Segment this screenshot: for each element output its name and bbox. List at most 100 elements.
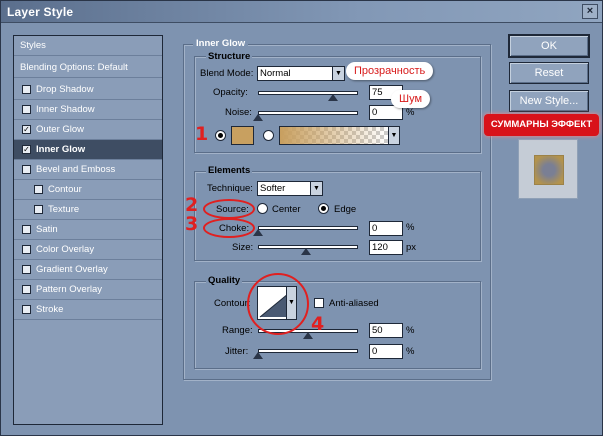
- technique-value: Softer: [260, 183, 286, 194]
- source-edge-radio[interactable]: [318, 203, 329, 214]
- jitter-input[interactable]: 0: [369, 344, 403, 359]
- styles-header-label: Styles: [20, 40, 46, 51]
- technique-label: Technique:: [207, 183, 253, 194]
- structure-title: Structure: [206, 51, 253, 62]
- choke-slider[interactable]: [258, 226, 358, 230]
- opacity-slider[interactable]: [258, 91, 358, 95]
- noise-label: Noise:: [225, 107, 252, 118]
- style-preview-thumbnail: [518, 139, 578, 199]
- title-bar[interactable]: Layer Style ×: [1, 1, 602, 23]
- style-item-label: Outer Glow: [36, 124, 85, 135]
- styles-item[interactable]: ✓ Outer Glow: [14, 120, 162, 140]
- style-checkbox[interactable]: [22, 285, 31, 294]
- reset-button[interactable]: Reset: [509, 62, 589, 84]
- choke-highlight-ring: [203, 218, 255, 238]
- jitter-slider-thumb[interactable]: [253, 352, 263, 359]
- source-highlight-ring: [203, 199, 255, 219]
- style-checkbox[interactable]: ✓: [22, 125, 31, 134]
- annotation-number-3: 3: [185, 213, 199, 235]
- choke-input[interactable]: 0: [369, 221, 403, 236]
- style-item-label: Stroke: [36, 304, 64, 315]
- source-center-radio[interactable]: [257, 203, 268, 214]
- inner-glow-title: Inner Glow: [193, 38, 249, 49]
- blend-mode-select[interactable]: Normal ▼: [257, 66, 345, 81]
- gradient-chevron-down-icon[interactable]: ▼: [388, 126, 400, 145]
- style-item-label: Contour: [48, 184, 82, 195]
- opacity-callout: Прозрачность: [346, 62, 434, 80]
- contour-label: Contour:: [214, 298, 251, 309]
- contour-highlight-ring: [247, 273, 309, 335]
- chevron-down-icon: ▼: [332, 67, 344, 80]
- size-unit: px: [406, 242, 417, 253]
- styles-item[interactable]: Pattern Overlay: [14, 280, 162, 300]
- styles-item[interactable]: Texture: [14, 200, 162, 220]
- styles-item[interactable]: Satin: [14, 220, 162, 240]
- style-checkbox[interactable]: [22, 165, 31, 174]
- style-item-label: Bevel and Emboss: [36, 164, 116, 175]
- styles-item[interactable]: Gradient Overlay: [14, 260, 162, 280]
- styles-item[interactable]: Stroke: [14, 300, 162, 320]
- noise-callout: Шум: [391, 90, 431, 108]
- styles-item[interactable]: Inner Shadow: [14, 100, 162, 120]
- size-label: Size:: [232, 242, 254, 253]
- noise-slider[interactable]: [258, 111, 358, 115]
- blending-options-item[interactable]: Blending Options: Default: [14, 58, 162, 78]
- styles-item[interactable]: ✓ Inner Glow: [14, 140, 162, 160]
- noise-slider-thumb[interactable]: [253, 114, 263, 121]
- source-edge-label: Edge: [334, 204, 357, 215]
- style-item-label: Drop Shadow: [36, 84, 94, 95]
- jitter-slider[interactable]: [258, 349, 358, 353]
- anti-aliased-checkbox[interactable]: [314, 298, 324, 308]
- jitter-label: Jitter:: [225, 346, 249, 357]
- styles-item[interactable]: Bevel and Emboss: [14, 160, 162, 180]
- style-item-label: Color Overlay: [36, 244, 95, 255]
- style-item-label: Inner Glow: [36, 144, 86, 155]
- ok-button[interactable]: OK: [508, 34, 590, 58]
- choke-slider-thumb[interactable]: [253, 229, 263, 236]
- elements-title: Elements: [206, 165, 253, 176]
- blend-mode-label: Blend Mode:: [200, 68, 254, 79]
- technique-select[interactable]: Softer ▼: [257, 181, 323, 196]
- chevron-down-icon: ▼: [310, 182, 322, 195]
- style-checkbox[interactable]: ✓: [22, 145, 31, 154]
- style-item-label: Pattern Overlay: [36, 284, 102, 295]
- style-item-label: Inner Shadow: [36, 104, 95, 115]
- range-label: Range:: [222, 325, 253, 336]
- styles-item[interactable]: Color Overlay: [14, 240, 162, 260]
- size-slider-thumb[interactable]: [301, 248, 311, 255]
- window-title: Layer Style: [7, 5, 74, 19]
- noise-unit: %: [406, 107, 415, 118]
- style-checkbox[interactable]: [34, 185, 43, 194]
- glow-color-swatch[interactable]: [231, 126, 254, 145]
- style-checkbox[interactable]: [22, 105, 31, 114]
- preview-swatch: [534, 155, 564, 185]
- style-checkbox[interactable]: [22, 225, 31, 234]
- style-checkbox[interactable]: [22, 85, 31, 94]
- jitter-unit: %: [406, 346, 415, 357]
- glow-gradient-picker[interactable]: [279, 126, 389, 145]
- new-style-button[interactable]: New Style...: [509, 90, 589, 112]
- opacity-label: Opacity:: [213, 87, 248, 98]
- style-checkbox[interactable]: [22, 265, 31, 274]
- size-input[interactable]: 120: [369, 240, 403, 255]
- style-item-label: Texture: [48, 204, 80, 215]
- close-icon[interactable]: ×: [582, 4, 598, 19]
- styles-item[interactable]: Drop Shadow: [14, 80, 162, 100]
- annotation-number-4: 4: [311, 313, 325, 335]
- style-item-label: Satin: [36, 224, 58, 235]
- opacity-slider-thumb[interactable]: [328, 94, 338, 101]
- layer-style-dialog: Layer Style × Styles Blending Options: D…: [0, 0, 603, 436]
- blend-mode-value: Normal: [260, 68, 291, 79]
- style-checkbox[interactable]: [34, 205, 43, 214]
- style-checkbox[interactable]: [22, 305, 31, 314]
- styles-header[interactable]: Styles: [14, 36, 162, 56]
- range-input[interactable]: 50: [369, 323, 403, 338]
- color-radio[interactable]: [215, 130, 226, 141]
- blending-options-label: Blending Options: Default: [20, 62, 128, 73]
- style-item-label: Gradient Overlay: [36, 264, 108, 275]
- style-checkbox[interactable]: [22, 245, 31, 254]
- quality-title: Quality: [206, 275, 243, 286]
- styles-list: Styles Blending Options: Default Drop Sh…: [13, 35, 163, 425]
- gradient-radio[interactable]: [263, 130, 274, 141]
- styles-item[interactable]: Contour: [14, 180, 162, 200]
